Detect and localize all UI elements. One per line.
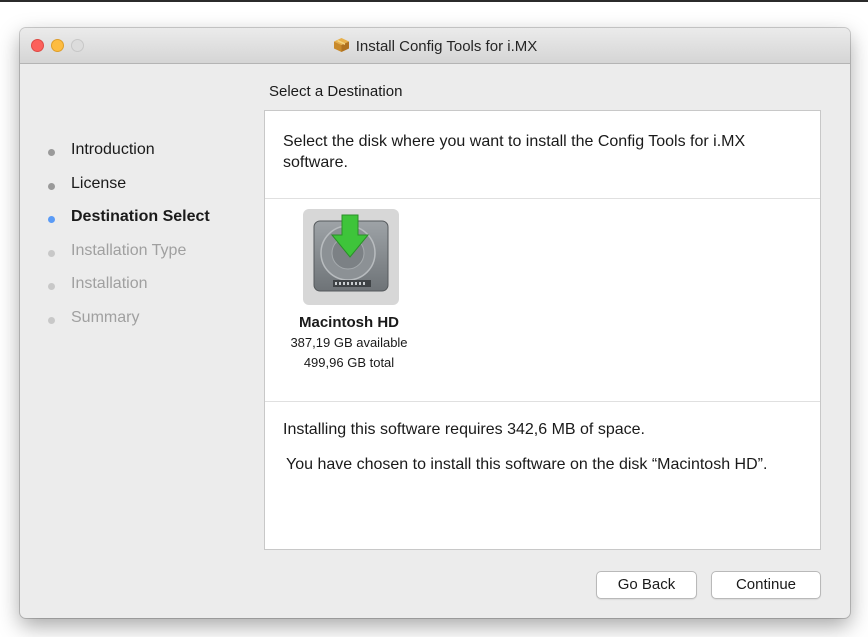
title-bar[interactable]: Install Config Tools for i.MX <box>20 28 850 64</box>
chosen-disk-text: You have chosen to install this software… <box>286 456 768 473</box>
package-icon <box>333 38 349 52</box>
intro-text: Select the disk where you want to instal… <box>283 133 746 171</box>
space-requirement-text: Installing this software requires 342,6 … <box>283 421 645 438</box>
step-dot <box>48 182 55 190</box>
disk-macintosh-hd[interactable]: Macintosh HD 387,19 GB available 499,96 … <box>279 209 419 389</box>
continue-button[interactable]: Continue <box>711 571 821 599</box>
step-label: License <box>71 174 127 192</box>
window-title-wrap: Install Config Tools for i.MX <box>20 37 850 55</box>
installer-window: Install Config Tools for i.MX Select a D… <box>20 28 850 618</box>
step-summary: Summary <box>48 309 268 343</box>
step-introduction: Introduction <box>48 141 268 175</box>
disk-name: Macintosh HD <box>298 314 399 331</box>
step-installation-type: Installation Type <box>48 242 268 276</box>
window-title: Install Config Tools for i.MX <box>355 38 538 55</box>
content-panel: Select the disk where you want to instal… <box>264 110 821 550</box>
step-label: Installation Type <box>71 241 187 259</box>
step-dot <box>48 249 55 257</box>
steps-list: Introduction License Destination Select … <box>48 141 268 342</box>
step-dot <box>48 149 55 156</box>
disk-selection-tile[interactable] <box>303 209 399 305</box>
step-label: Installation <box>71 275 148 292</box>
go-back-button[interactable]: Go Back <box>596 571 697 599</box>
disk-available: 387,19 GB available <box>290 335 408 350</box>
step-dot-current <box>48 216 55 223</box>
step-label: Destination Select <box>71 208 210 225</box>
screen-top-edge <box>0 0 868 2</box>
step-license: License <box>48 175 268 209</box>
step-label: Summary <box>71 308 140 326</box>
step-installation: Installation <box>48 275 268 309</box>
section-title: Select a Destination <box>269 83 403 100</box>
step-destination-select: Destination Select <box>48 208 268 242</box>
hard-drive-download-icon <box>313 214 389 292</box>
step-dot <box>48 316 55 324</box>
divider <box>265 401 820 402</box>
divider <box>265 198 820 199</box>
step-label: Introduction <box>71 141 155 158</box>
step-dot <box>48 283 55 290</box>
disk-total: 499,96 GB total <box>303 355 395 370</box>
